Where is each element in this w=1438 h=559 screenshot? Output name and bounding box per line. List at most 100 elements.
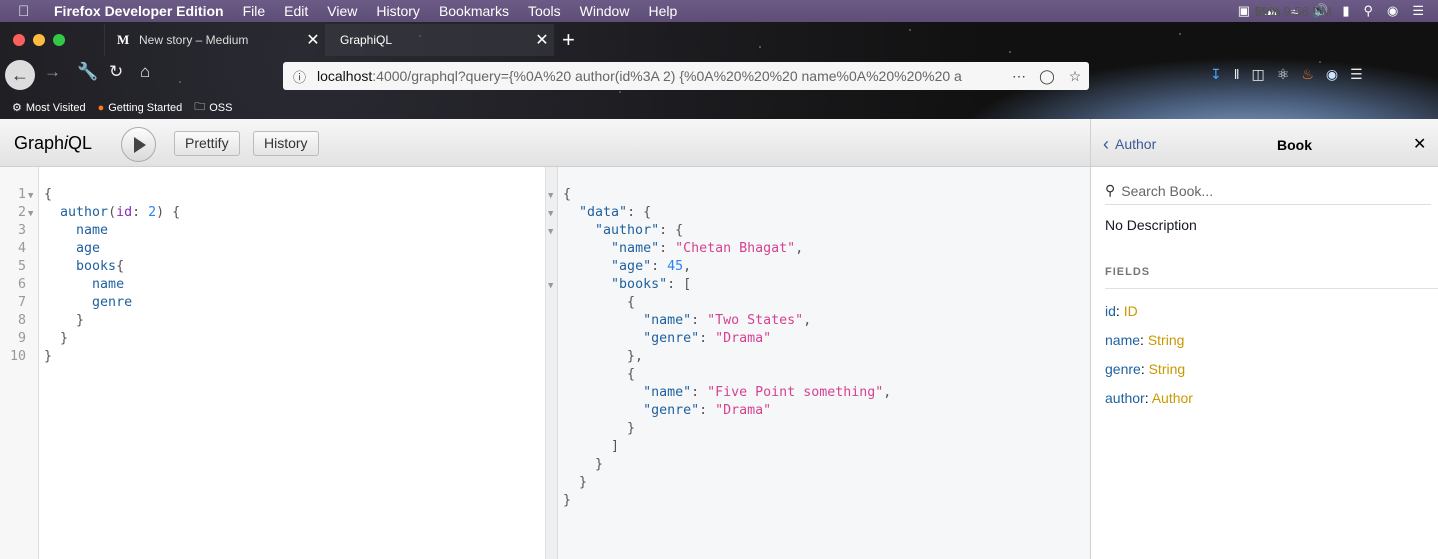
line-number: 8 <box>17 313 26 328</box>
bookmark-star-icon[interactable]: ☆ <box>1061 68 1089 85</box>
url-bar[interactable]: ⓘ localhost:4000/graphql?query={%0A%20 a… <box>283 62 1089 90</box>
field-name[interactable]: author <box>1105 390 1145 406</box>
menubar-clock[interactable]: Mon 9:56 PM <box>1255 4 1332 19</box>
window-controls <box>13 34 65 46</box>
field-type-link[interactable]: Author <box>1152 390 1193 406</box>
fields-list: id: ID name: String genre: String author… <box>1105 303 1193 419</box>
tab-bar: M New story – Medium ✕ GraphiQL ✕ + <box>0 22 1438 56</box>
close-icon[interactable]: ✕ <box>1413 134 1426 154</box>
line-text: } <box>563 492 571 510</box>
library-icon[interactable]: ‖ <box>1234 66 1240 83</box>
pocket-icon[interactable]: ◯ <box>1033 68 1061 85</box>
code-token: name <box>92 277 125 292</box>
new-tab-plus-icon[interactable]: + <box>562 27 575 53</box>
doc-search-input[interactable] <box>1121 182 1402 199</box>
notification-center-icon[interactable]: ☰ <box>1412 3 1424 19</box>
fold-arrow-icon[interactable]: ▼ <box>548 223 553 241</box>
code-token: "genre" <box>643 403 700 418</box>
bookmark-label: Most Visited <box>25 101 86 114</box>
code-token: } <box>563 493 572 508</box>
code-token: : { <box>627 205 652 220</box>
doc-back-button[interactable]: ‹ Author <box>1103 135 1156 153</box>
code-token: "name" <box>643 385 692 400</box>
line-text: age <box>44 240 100 258</box>
field-name[interactable]: name <box>1105 332 1140 348</box>
sidebar-icon[interactable]: ◫ <box>1252 66 1265 83</box>
menu-window[interactable]: Window <box>580 3 630 19</box>
query-editor[interactable]: 1 ▼{2 ▼ author(id: 2) {3 name 4 age 5 books{… <box>0 167 546 559</box>
field-type-link[interactable]: ID <box>1124 303 1138 319</box>
firebug-icon[interactable]: ♨ <box>1301 66 1314 83</box>
bookmark-getting-started[interactable]: ● Getting Started <box>98 102 183 114</box>
hamburger-menu-icon[interactable]: ☰ <box>1350 66 1363 83</box>
zoom-window-button[interactable] <box>53 34 65 46</box>
apple-icon[interactable]:  <box>18 3 36 20</box>
menu-history[interactable]: History <box>376 3 420 19</box>
field-name[interactable]: genre <box>1105 361 1141 377</box>
bookmark-most-visited[interactable]: ⚙ Most Visited <box>12 101 86 115</box>
home-icon[interactable]: ⌂ <box>140 62 150 82</box>
close-tab-icon[interactable]: ✕ <box>530 30 554 50</box>
history-button[interactable]: History <box>253 131 319 156</box>
line-text: genre <box>44 294 132 312</box>
bookmark-folder-oss[interactable]: 🗀 OSS <box>194 98 232 117</box>
forward-arrow-icon[interactable]: → <box>44 62 61 82</box>
bookmarks-toolbar: ⚙ Most Visited ● Getting Started 🗀 OSS <box>0 96 1438 119</box>
code-token: "name" <box>643 313 692 328</box>
fold-arrow-icon[interactable]: ▼ <box>548 187 553 205</box>
spotlight-search-icon[interactable]: ⚲ <box>1363 3 1373 19</box>
close-tab-icon[interactable]: ✕ <box>301 30 325 50</box>
fold-arrow-icon[interactable]: ▼ <box>548 205 553 223</box>
result-viewer[interactable]: ▼{▼ "data": {▼ "author": { "name": "Chet… <box>546 167 1090 559</box>
line-text: { <box>563 366 635 384</box>
close-window-button[interactable] <box>13 34 25 46</box>
menu-bookmarks[interactable]: Bookmarks <box>439 3 509 19</box>
field-type-link[interactable]: String <box>1149 361 1186 377</box>
menu-view[interactable]: View <box>327 3 357 19</box>
logo-text: QL <box>68 133 93 153</box>
code-token: : <box>132 205 149 220</box>
menu-file[interactable]: File <box>243 3 266 19</box>
url-text[interactable]: localhost:4000/graphql?query={%0A%20 aut… <box>317 68 1005 84</box>
fold-arrow-icon[interactable]: ▼ <box>548 277 553 295</box>
wrench-icon[interactable]: 🔧 <box>77 62 98 82</box>
prettify-button[interactable]: Prettify <box>174 131 240 156</box>
field-type-link[interactable]: String <box>1148 332 1185 348</box>
downloads-icon[interactable]: ↧ <box>1210 66 1222 83</box>
tab-graphiql[interactable]: GraphiQL ✕ <box>326 24 554 56</box>
menu-edit[interactable]: Edit <box>284 3 308 19</box>
tab-label: New story – Medium <box>139 33 249 47</box>
menu-app-name[interactable]: Firefox Developer Edition <box>54 3 224 19</box>
url-path: :4000/graphql?query={%0A%20 author(id%3A… <box>372 68 962 84</box>
react-devtools-icon[interactable]: ⚛ <box>1277 66 1290 83</box>
battery-icon[interactable]: ▮ <box>1342 3 1349 19</box>
fold-arrow-icon[interactable]: ▼ <box>28 187 33 205</box>
search-icon: ⚲ <box>1105 182 1116 198</box>
folder-icon: 🗀 <box>194 101 206 113</box>
reload-icon[interactable]: ↻ <box>109 62 123 82</box>
line-number: 9 <box>17 331 26 346</box>
graphiql-logo: GraphiQL <box>14 133 92 154</box>
extension-icon[interactable]: ◉ <box>1326 66 1338 83</box>
execute-query-button[interactable] <box>121 127 156 162</box>
graphiql-app: GraphiQL Prettify History 1 ▼{2 ▼ author(i… <box>0 119 1438 559</box>
tab-medium[interactable]: M New story – Medium ✕ <box>104 24 326 56</box>
field-name[interactable]: id <box>1105 303 1116 319</box>
code-token: ( <box>108 205 117 220</box>
docker-icon[interactable]: ▣ <box>1238 3 1250 19</box>
back-arrow-icon[interactable]: ← <box>5 60 35 90</box>
page-actions-icon[interactable]: ⋯ <box>1005 68 1033 85</box>
site-info-icon[interactable]: ⓘ <box>293 67 311 86</box>
line-text: } <box>563 420 635 438</box>
line-number: 1 <box>17 187 26 202</box>
type-description: No Description <box>1105 217 1197 233</box>
minimize-window-button[interactable] <box>33 34 45 46</box>
menu-help[interactable]: Help <box>648 3 677 19</box>
firefox-icon: ● <box>97 101 105 114</box>
siri-icon[interactable]: ◉ <box>1387 3 1398 19</box>
menu-tools[interactable]: Tools <box>528 3 561 19</box>
fold-arrow-icon[interactable]: ▼ <box>28 205 33 223</box>
